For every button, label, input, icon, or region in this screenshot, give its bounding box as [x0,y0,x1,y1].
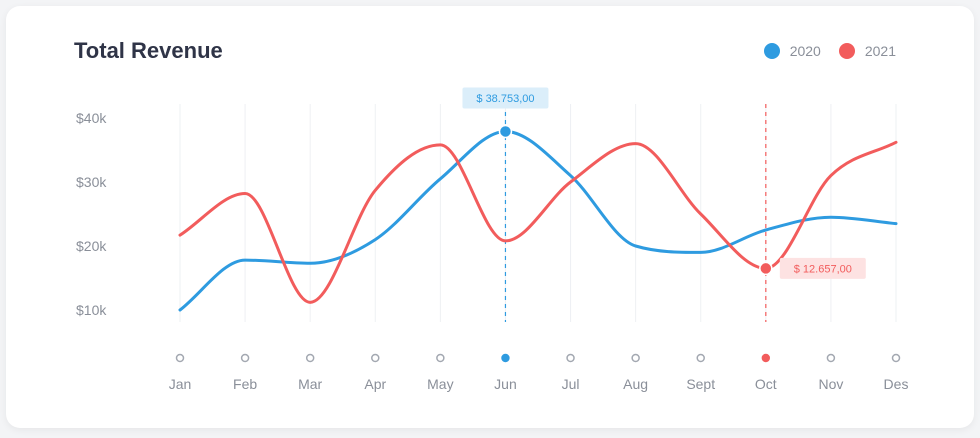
x-tick-label: Mar [298,376,322,392]
series-line-2020 [178,129,898,312]
active-point-2021 [759,261,773,276]
grid-lines [179,104,897,322]
revenue-line-chart: $10k$20k$30k$40k $ 38.753,00$ 12.657,00 … [76,87,909,392]
x-marker [566,353,575,363]
x-marker [240,353,250,363]
tooltip-value-2021: $ 12.657,00 [794,263,852,275]
x-marker [436,353,445,363]
y-tick-label: $10k [76,302,107,318]
x-tick-label: Jul [562,376,580,392]
x-tick-label: Apr [364,376,386,392]
x-marker [891,353,901,363]
x-marker [696,353,705,363]
x-tick-label: Nov [818,376,843,392]
x-marker-active [501,353,510,363]
y-tick-label: $20k [76,238,107,254]
x-axis: Jan Feb Mar Apr May Jun Jul Aug Sept Oct Nov Des [169,376,909,392]
x-axis-markers [175,353,901,363]
x-marker [305,353,315,363]
x-marker [175,353,185,363]
x-tick-label: May [427,376,453,392]
x-tick-label: Aug [623,376,648,392]
x-marker [631,353,640,363]
x-tick-label: Feb [233,376,257,392]
x-marker [371,353,380,363]
active-point-2020 [498,124,513,139]
series-lines [178,129,898,312]
x-marker-active [761,353,771,363]
x-tick-label: Des [884,376,909,392]
y-tick-label: $30k [76,174,107,190]
y-tick-label: $40k [76,110,107,126]
x-marker [826,353,836,363]
x-tick-label: Jun [494,376,517,392]
x-tick-label: Sept [686,376,715,392]
x-tick-label: Jan [169,376,192,392]
x-tick-label: Oct [755,376,777,392]
y-axis: $10k $20k $30k $40k [76,110,107,318]
tooltip-value-2020: $ 38.753,00 [476,93,534,105]
